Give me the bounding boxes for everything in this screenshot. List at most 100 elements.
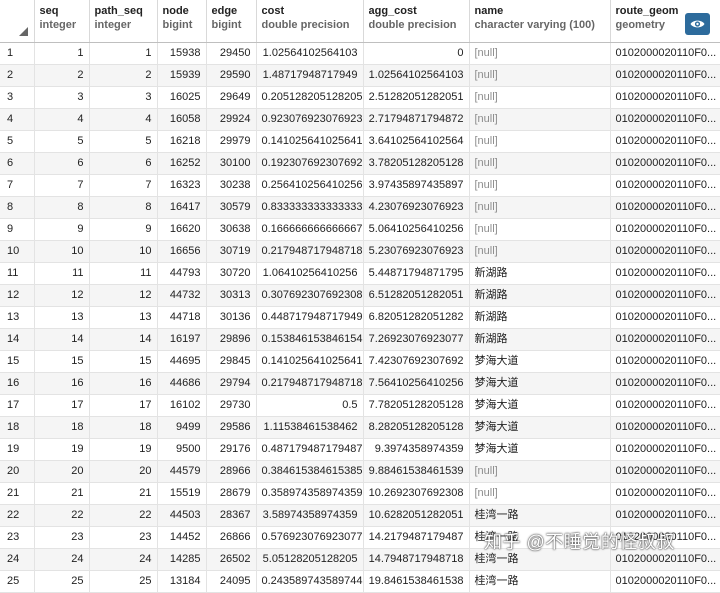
cell-node[interactable]: 16058 bbox=[157, 108, 207, 131]
cell-cost[interactable]: 0.256410256410256 bbox=[256, 174, 364, 197]
cell-cost[interactable]: 3.58974358974359 bbox=[256, 504, 364, 527]
table-row[interactable]: 4 4 4 16058 29924 0.923076923076923 2.71794871… bbox=[0, 108, 720, 131]
cell-cost[interactable]: 0.217948717948718 bbox=[256, 372, 364, 395]
cell-route-geom[interactable]: 0102000020110F0... bbox=[610, 482, 720, 505]
cell-path-seq[interactable]: 15 bbox=[89, 350, 158, 373]
cell-cost[interactable]: 0.153846153846154 bbox=[256, 328, 364, 351]
cell-route-geom[interactable]: 0102000020110F0... bbox=[610, 174, 720, 197]
cell-name[interactable]: [null] bbox=[469, 460, 611, 483]
cell-route-geom[interactable]: 0102000020110F0... bbox=[610, 394, 720, 417]
cell-seq[interactable]: 5 bbox=[34, 130, 90, 153]
cell-edge[interactable]: 30313 bbox=[206, 284, 257, 307]
cell-cost[interactable]: 0.141025641025641 bbox=[256, 130, 364, 153]
cell-agg-cost[interactable]: 5.23076923076923 bbox=[363, 240, 470, 263]
cell-path-seq[interactable]: 20 bbox=[89, 460, 158, 483]
cell-seq[interactable]: 6 bbox=[34, 152, 90, 175]
cell-seq[interactable]: 11 bbox=[34, 262, 90, 285]
cell-node[interactable]: 44686 bbox=[157, 372, 207, 395]
cell-agg-cost[interactable]: 19.8461538461538 bbox=[363, 570, 470, 593]
cell-row-number[interactable]: 15 bbox=[0, 350, 35, 373]
cell-row-number[interactable]: 8 bbox=[0, 196, 35, 219]
cell-route-geom[interactable]: 0102000020110F0... bbox=[610, 152, 720, 175]
cell-agg-cost[interactable]: 6.51282051282051 bbox=[363, 284, 470, 307]
cell-route-geom[interactable]: 0102000020110F0... bbox=[610, 438, 720, 461]
cell-name[interactable]: [null] bbox=[469, 482, 611, 505]
cell-path-seq[interactable]: 3 bbox=[89, 86, 158, 109]
cell-edge[interactable]: 29845 bbox=[206, 350, 257, 373]
cell-route-geom[interactable]: 0102000020110F0... bbox=[610, 196, 720, 219]
table-row[interactable]: 22 22 22 44503 28367 3.58974358974359 10.62820… bbox=[0, 504, 720, 527]
table-row[interactable]: 9 9 9 16620 30638 0.166666666666667 5.06410256… bbox=[0, 218, 720, 241]
cell-node[interactable]: 44732 bbox=[157, 284, 207, 307]
cell-agg-cost[interactable]: 14.2179487179487 bbox=[363, 526, 470, 549]
cell-edge[interactable]: 29924 bbox=[206, 108, 257, 131]
cell-agg-cost[interactable]: 5.06410256410256 bbox=[363, 218, 470, 241]
cell-name[interactable]: 新湖路 bbox=[469, 284, 611, 307]
cell-cost[interactable]: 0.384615384615385 bbox=[256, 460, 364, 483]
cell-path-seq[interactable]: 8 bbox=[89, 196, 158, 219]
table-row[interactable]: 13 13 13 44718 30136 0.448717948717949 6.82051… bbox=[0, 306, 720, 329]
cell-node[interactable]: 16656 bbox=[157, 240, 207, 263]
cell-edge[interactable]: 29794 bbox=[206, 372, 257, 395]
table-row[interactable]: 11 11 11 44793 30720 1.06410256410256 5.448717… bbox=[0, 262, 720, 285]
table-row[interactable]: 3 3 3 16025 29649 0.205128205128205 2.51282051… bbox=[0, 86, 720, 109]
cell-cost[interactable]: 1.06410256410256 bbox=[256, 262, 364, 285]
select-all-corner[interactable] bbox=[0, 0, 35, 43]
cell-name[interactable]: 梦海大道 bbox=[469, 416, 611, 439]
column-header-edge[interactable]: edge bigint bbox=[206, 0, 257, 43]
table-row[interactable]: 1 1 1 15938 29450 1.02564102564103 0 [null] 0102… bbox=[0, 42, 720, 65]
cell-agg-cost[interactable]: 2.71794871794872 bbox=[363, 108, 470, 131]
cell-seq[interactable]: 8 bbox=[34, 196, 90, 219]
cell-edge[interactable]: 30579 bbox=[206, 196, 257, 219]
cell-node[interactable]: 16102 bbox=[157, 394, 207, 417]
cell-row-number[interactable]: 3 bbox=[0, 86, 35, 109]
cell-name[interactable]: 梦海大道 bbox=[469, 350, 611, 373]
column-header-cost[interactable]: cost double precision bbox=[256, 0, 364, 43]
cell-seq[interactable]: 4 bbox=[34, 108, 90, 131]
cell-node[interactable]: 15519 bbox=[157, 482, 207, 505]
cell-node[interactable]: 15938 bbox=[157, 42, 207, 65]
table-row[interactable]: 8 8 8 16417 30579 0.833333333333333 4.23076923… bbox=[0, 196, 720, 219]
cell-route-geom[interactable]: 0102000020110F0... bbox=[610, 108, 720, 131]
cell-node[interactable]: 16252 bbox=[157, 152, 207, 175]
cell-route-geom[interactable]: 0102000020110F0... bbox=[610, 306, 720, 329]
cell-edge[interactable]: 30100 bbox=[206, 152, 257, 175]
cell-node[interactable]: 14452 bbox=[157, 526, 207, 549]
cell-agg-cost[interactable]: 7.78205128205128 bbox=[363, 394, 470, 417]
cell-route-geom[interactable]: 0102000020110F0... bbox=[610, 218, 720, 241]
cell-path-seq[interactable]: 19 bbox=[89, 438, 158, 461]
cell-cost[interactable]: 1.02564102564103 bbox=[256, 42, 364, 65]
cell-name[interactable]: 桂湾一路 bbox=[469, 570, 611, 593]
cell-edge[interactable]: 30638 bbox=[206, 218, 257, 241]
cell-path-seq[interactable]: 11 bbox=[89, 262, 158, 285]
cell-row-number[interactable]: 4 bbox=[0, 108, 35, 131]
cell-cost[interactable]: 0.833333333333333 bbox=[256, 196, 364, 219]
cell-seq[interactable]: 24 bbox=[34, 548, 90, 571]
cell-node[interactable]: 44579 bbox=[157, 460, 207, 483]
cell-agg-cost[interactable]: 14.7948717948718 bbox=[363, 548, 470, 571]
cell-node[interactable]: 16323 bbox=[157, 174, 207, 197]
cell-node[interactable]: 44695 bbox=[157, 350, 207, 373]
table-row[interactable]: 12 12 12 44732 30313 0.307692307692308 6.51282… bbox=[0, 284, 720, 307]
table-row[interactable]: 20 20 20 44579 28966 0.384615384615385 9.88461… bbox=[0, 460, 720, 483]
cell-name[interactable]: [null] bbox=[469, 42, 611, 65]
cell-seq[interactable]: 12 bbox=[34, 284, 90, 307]
cell-cost[interactable]: 0.192307692307692 bbox=[256, 152, 364, 175]
table-row[interactable]: 17 17 17 16102 29730 0.5 7.78205128205128 梦海大道 0… bbox=[0, 394, 720, 417]
cell-row-number[interactable]: 23 bbox=[0, 526, 35, 549]
cell-row-number[interactable]: 5 bbox=[0, 130, 35, 153]
cell-row-number[interactable]: 13 bbox=[0, 306, 35, 329]
table-row[interactable]: 10 10 10 16656 30719 0.217948717948718 5.23076… bbox=[0, 240, 720, 263]
table-row[interactable]: 7 7 7 16323 30238 0.256410256410256 3.97435897… bbox=[0, 174, 720, 197]
cell-name[interactable]: [null] bbox=[469, 218, 611, 241]
cell-cost[interactable]: 5.05128205128205 bbox=[256, 548, 364, 571]
cell-path-seq[interactable]: 17 bbox=[89, 394, 158, 417]
cell-cost[interactable]: 1.11538461538462 bbox=[256, 416, 364, 439]
cell-cost[interactable]: 0.217948717948718 bbox=[256, 240, 364, 263]
cell-agg-cost[interactable]: 3.97435897435897 bbox=[363, 174, 470, 197]
cell-agg-cost[interactable]: 8.28205128205128 bbox=[363, 416, 470, 439]
cell-row-number[interactable]: 2 bbox=[0, 64, 35, 87]
cell-route-geom[interactable]: 0102000020110F0... bbox=[610, 64, 720, 87]
cell-route-geom[interactable]: 0102000020110F0... bbox=[610, 262, 720, 285]
cell-path-seq[interactable]: 9 bbox=[89, 218, 158, 241]
